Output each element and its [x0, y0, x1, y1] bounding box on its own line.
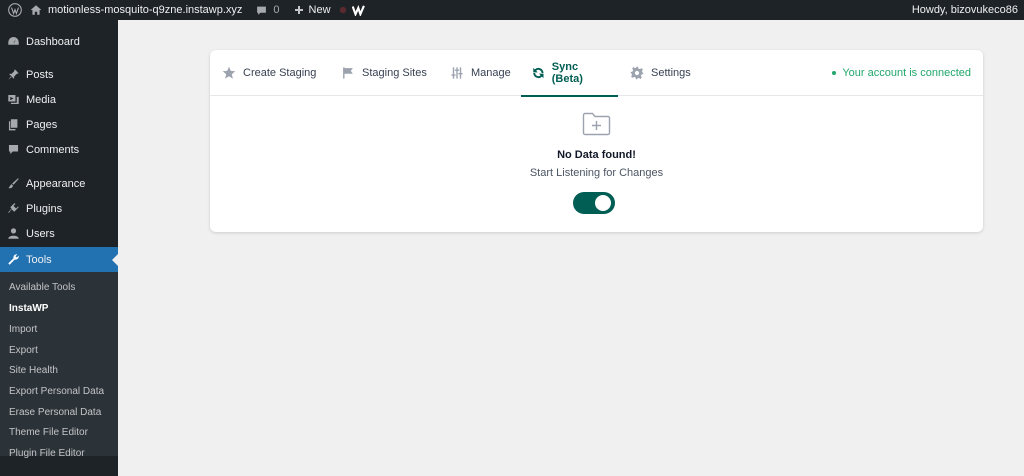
connected-dot-icon — [832, 71, 837, 75]
flag-icon — [343, 67, 353, 79]
tab-settings[interactable]: Settings — [630, 50, 691, 96]
sidebar-item-label: Appearance — [26, 177, 86, 190]
tab-label: Settings — [651, 67, 691, 79]
connection-status-text: Your account is connected — [842, 67, 971, 79]
tools-submenu: Available Tools InstaWP Import Export Si… — [0, 272, 118, 459]
tab-label: Sync (Beta) — [551, 61, 583, 85]
connection-status: Your account is connected — [832, 50, 971, 96]
sidebar-item-posts[interactable]: Posts — [0, 62, 118, 87]
comment-icon — [257, 6, 267, 15]
tab-label: Create Staging — [243, 67, 317, 79]
pages-icon — [0, 118, 26, 131]
admin-bar: motionless-mosquito-q9zne.instawp.xyz 0 … — [0, 0, 1024, 20]
sync-panel: Create Staging Staging Sites Manage Sync… — [210, 50, 983, 232]
comments-link[interactable]: 0 — [256, 0, 280, 20]
toggle-knob — [595, 195, 611, 211]
dashboard-icon — [0, 35, 26, 48]
sidebar-item-users[interactable]: Users — [0, 221, 118, 246]
submenu-item-erase-personal-data[interactable]: Erase Personal Data — [9, 407, 101, 418]
sidebar-item-label: Posts — [26, 68, 54, 81]
pin-icon — [0, 68, 26, 81]
wrench-icon — [0, 253, 26, 266]
comments-count: 0 — [273, 4, 280, 16]
submenu-item-plugin-file-editor[interactable]: Plugin File Editor — [9, 448, 85, 459]
tab-bar: Create Staging Staging Sites Manage Sync… — [210, 50, 983, 97]
submenu-item-site-health[interactable]: Site Health — [9, 365, 58, 376]
sidebar-item-dashboard[interactable]: Dashboard — [0, 29, 118, 54]
tab-create-staging[interactable]: Create Staging — [222, 50, 316, 96]
sidebar-item-label: Users — [26, 227, 55, 240]
sidebar-item-label: Tools — [26, 253, 52, 266]
howdy-user[interactable]: Howdy, bizovukeco86 — [912, 0, 1024, 20]
sidebar-item-pages[interactable]: Pages — [0, 112, 118, 137]
tab-label: Staging Sites — [362, 67, 427, 79]
empty-state-subtitle: Start Listening for Changes — [529, 167, 664, 179]
submenu-item-import[interactable]: Import — [9, 324, 37, 335]
listen-for-changes-toggle[interactable] — [573, 192, 615, 214]
sliders-icon — [451, 67, 463, 79]
folder-plus-icon — [582, 112, 611, 136]
media-icon — [0, 93, 26, 106]
tab-manage[interactable]: Manage — [450, 50, 511, 96]
plug-icon — [0, 202, 26, 215]
empty-state-title: No Data found! — [557, 149, 636, 161]
wordpress-logo-icon[interactable] — [0, 0, 30, 20]
user-icon — [0, 227, 26, 240]
sidebar-item-label: Comments — [26, 143, 80, 156]
sidebar-item-label: Plugins — [26, 202, 63, 215]
submenu-item-theme-file-editor[interactable]: Theme File Editor — [9, 427, 88, 438]
site-name: motionless-mosquito-q9zne.instawp.xyz — [48, 4, 243, 16]
tab-label: Manage — [471, 67, 511, 79]
submenu-item-instawp[interactable]: InstaWP — [9, 303, 48, 314]
submenu-item-export-personal-data[interactable]: Export Personal Data — [9, 386, 104, 397]
submenu-item-export[interactable]: Export — [9, 345, 38, 356]
status-dot-icon — [339, 0, 347, 20]
sidebar-item-label: Dashboard — [26, 35, 80, 48]
new-content-link[interactable]: New — [294, 0, 331, 20]
sidebar-item-tools[interactable]: Tools — [0, 247, 118, 272]
sidebar-item-label: Pages — [26, 118, 58, 131]
sidebar-item-label: Media — [26, 93, 56, 106]
sync-icon — [533, 67, 544, 79]
sidebar-item-media[interactable]: Media — [0, 87, 118, 112]
submenu-item-available-tools[interactable]: Available Tools — [9, 282, 75, 293]
home-icon — [30, 5, 42, 15]
sidebar-item-comments[interactable]: Comments — [0, 137, 118, 162]
star-icon — [222, 66, 236, 79]
comment-icon — [0, 143, 26, 156]
brush-icon — [0, 177, 26, 190]
new-label: New — [308, 4, 331, 16]
tab-sync-beta[interactable]: Sync (Beta) — [521, 50, 618, 97]
tab-staging-sites[interactable]: Staging Sites — [341, 50, 427, 96]
instawp-logo-icon[interactable] — [351, 0, 366, 20]
gear-icon — [630, 66, 644, 80]
sidebar-item-appearance[interactable]: Appearance — [0, 171, 118, 196]
site-name-link[interactable]: motionless-mosquito-q9zne.instawp.xyz — [30, 0, 242, 20]
sidebar-item-plugins[interactable]: Plugins — [0, 196, 118, 221]
plus-icon — [294, 6, 303, 14]
